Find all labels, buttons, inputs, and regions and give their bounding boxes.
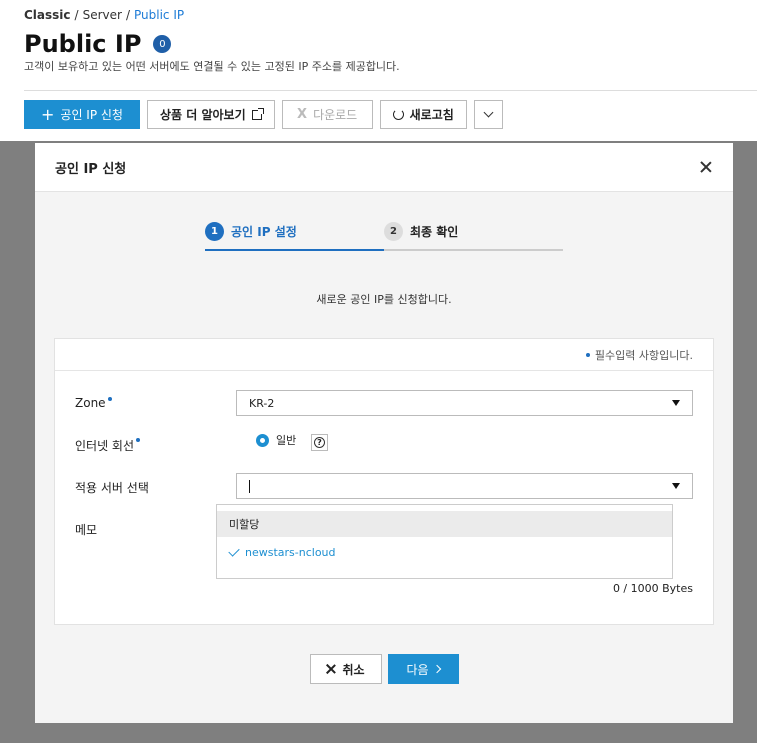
stepper: 1 공인 IP 설정 2 최종 확인 [205, 219, 563, 251]
text-cursor [249, 479, 250, 493]
step-final-confirm: 2 최종 확인 [384, 219, 563, 251]
external-link-icon [251, 107, 264, 120]
dropdown-option-server[interactable]: newstars-ncloud [217, 539, 672, 565]
zone-label: Zone [75, 396, 112, 410]
learn-more-button[interactable]: 상품 더 알아보기 [147, 100, 275, 129]
chevron-right-icon [432, 664, 441, 674]
line-radio-general[interactable]: 일반 [256, 432, 296, 448]
internet-line-label-text: 인터넷 회선 [75, 439, 135, 453]
breadcrumb-separator: / [125, 8, 130, 22]
modal-header: 공인 IP 신청 [35, 143, 733, 192]
memo-label: 메모 [75, 521, 97, 538]
server-select-label: 적용 서버 선택 [75, 479, 149, 496]
server-dropdown-list: 미할당 newstars-ncloud [216, 504, 673, 579]
caret-down-icon [672, 400, 680, 406]
breadcrumb: Classic / Server / Public IP [24, 8, 184, 22]
breadcrumb-item-current: Public IP [133, 8, 185, 22]
internet-line-label: 인터넷 회선 [75, 437, 141, 454]
page-description: 고객이 보유하고 있는 어떤 서버에도 연결될 수 있는 고정된 IP 주소를 … [24, 60, 400, 73]
cancel-button[interactable]: 취소 [309, 654, 382, 684]
required-note-text: 필수입력 사항입니다. [594, 348, 693, 362]
memo-byte-count: 0 / 1000 Bytes [612, 582, 693, 595]
radio-selected-icon [256, 433, 269, 447]
next-button[interactable]: 다음 [387, 654, 459, 684]
toolbar: + 공인 IP 신청 상품 더 알아보기 X 다운로드 새로고침 [24, 100, 503, 129]
radio-label: 일반 [276, 434, 297, 447]
required-note: 필수입력 사항입니다. [55, 339, 713, 371]
memo-label-text: 메모 [75, 523, 98, 537]
chevron-down-icon [483, 107, 494, 118]
step-label: 공인 IP 설정 [231, 224, 297, 239]
learn-more-label: 상품 더 알아보기 [160, 108, 246, 122]
cancel-label: 취소 [342, 662, 365, 677]
form-panel: 필수입력 사항입니다. Zone KR-2 인터넷 회선 일반 ? 적용 서버 … [54, 338, 714, 625]
server-select-label-text: 적용 서버 선택 [75, 481, 149, 495]
caret-down-icon [672, 483, 680, 489]
download-button[interactable]: X 다운로드 [281, 100, 373, 129]
step-label: 최종 확인 [410, 224, 459, 239]
download-label: 다운로드 [313, 108, 358, 122]
apply-ip-modal: 공인 IP 신청 1 공인 IP 설정 2 최종 확인 새로운 공인 IP를 신… [35, 143, 733, 723]
modal-footer: 취소 다음 [35, 654, 733, 684]
question-icon: ? [314, 437, 325, 448]
next-label: 다음 [406, 662, 429, 677]
plus-icon: + [41, 104, 55, 124]
dropdown-option-label: 미할당 [229, 518, 260, 531]
refresh-button[interactable]: 새로고침 [379, 100, 467, 129]
step-ip-settings: 1 공인 IP 설정 [205, 219, 384, 251]
intro-text: 새로운 공인 IP를 신청합니다. [316, 293, 452, 306]
refresh-icon [392, 109, 404, 120]
count-badge: 0 [153, 35, 172, 53]
more-menu-button[interactable] [473, 100, 503, 129]
zone-select-value: KR-2 [249, 396, 275, 410]
dropdown-option-unassigned[interactable]: 미할당 [217, 511, 672, 537]
excel-icon: X [297, 107, 308, 122]
check-icon [228, 544, 240, 557]
breadcrumb-separator: / [74, 8, 79, 22]
required-dot-icon [585, 352, 590, 357]
step-number: 1 [205, 221, 224, 241]
breadcrumb-item-server[interactable]: Server [83, 8, 122, 22]
close-icon [326, 664, 336, 674]
zone-select[interactable]: KR-2 [236, 390, 693, 416]
apply-button-label: 공인 IP 신청 [60, 108, 123, 122]
breadcrumb-item-classic[interactable]: Classic [24, 8, 71, 22]
close-icon[interactable] [699, 160, 713, 174]
dropdown-option-label: newstars-ncloud [245, 545, 336, 559]
help-button[interactable]: ? [311, 434, 328, 451]
modal-title: 공인 IP 신청 [55, 161, 127, 177]
page-title: Public IP 0 [24, 30, 172, 58]
refresh-label: 새로고침 [409, 108, 454, 122]
server-select[interactable] [236, 473, 693, 499]
required-dot-icon [136, 438, 141, 442]
step-number: 2 [384, 221, 403, 241]
page-divider [24, 90, 757, 91]
zone-label-text: Zone [75, 396, 106, 410]
page-title-text: Public IP [24, 30, 142, 58]
required-dot-icon [107, 397, 112, 401]
apply-public-ip-button[interactable]: + 공인 IP 신청 [24, 100, 140, 129]
